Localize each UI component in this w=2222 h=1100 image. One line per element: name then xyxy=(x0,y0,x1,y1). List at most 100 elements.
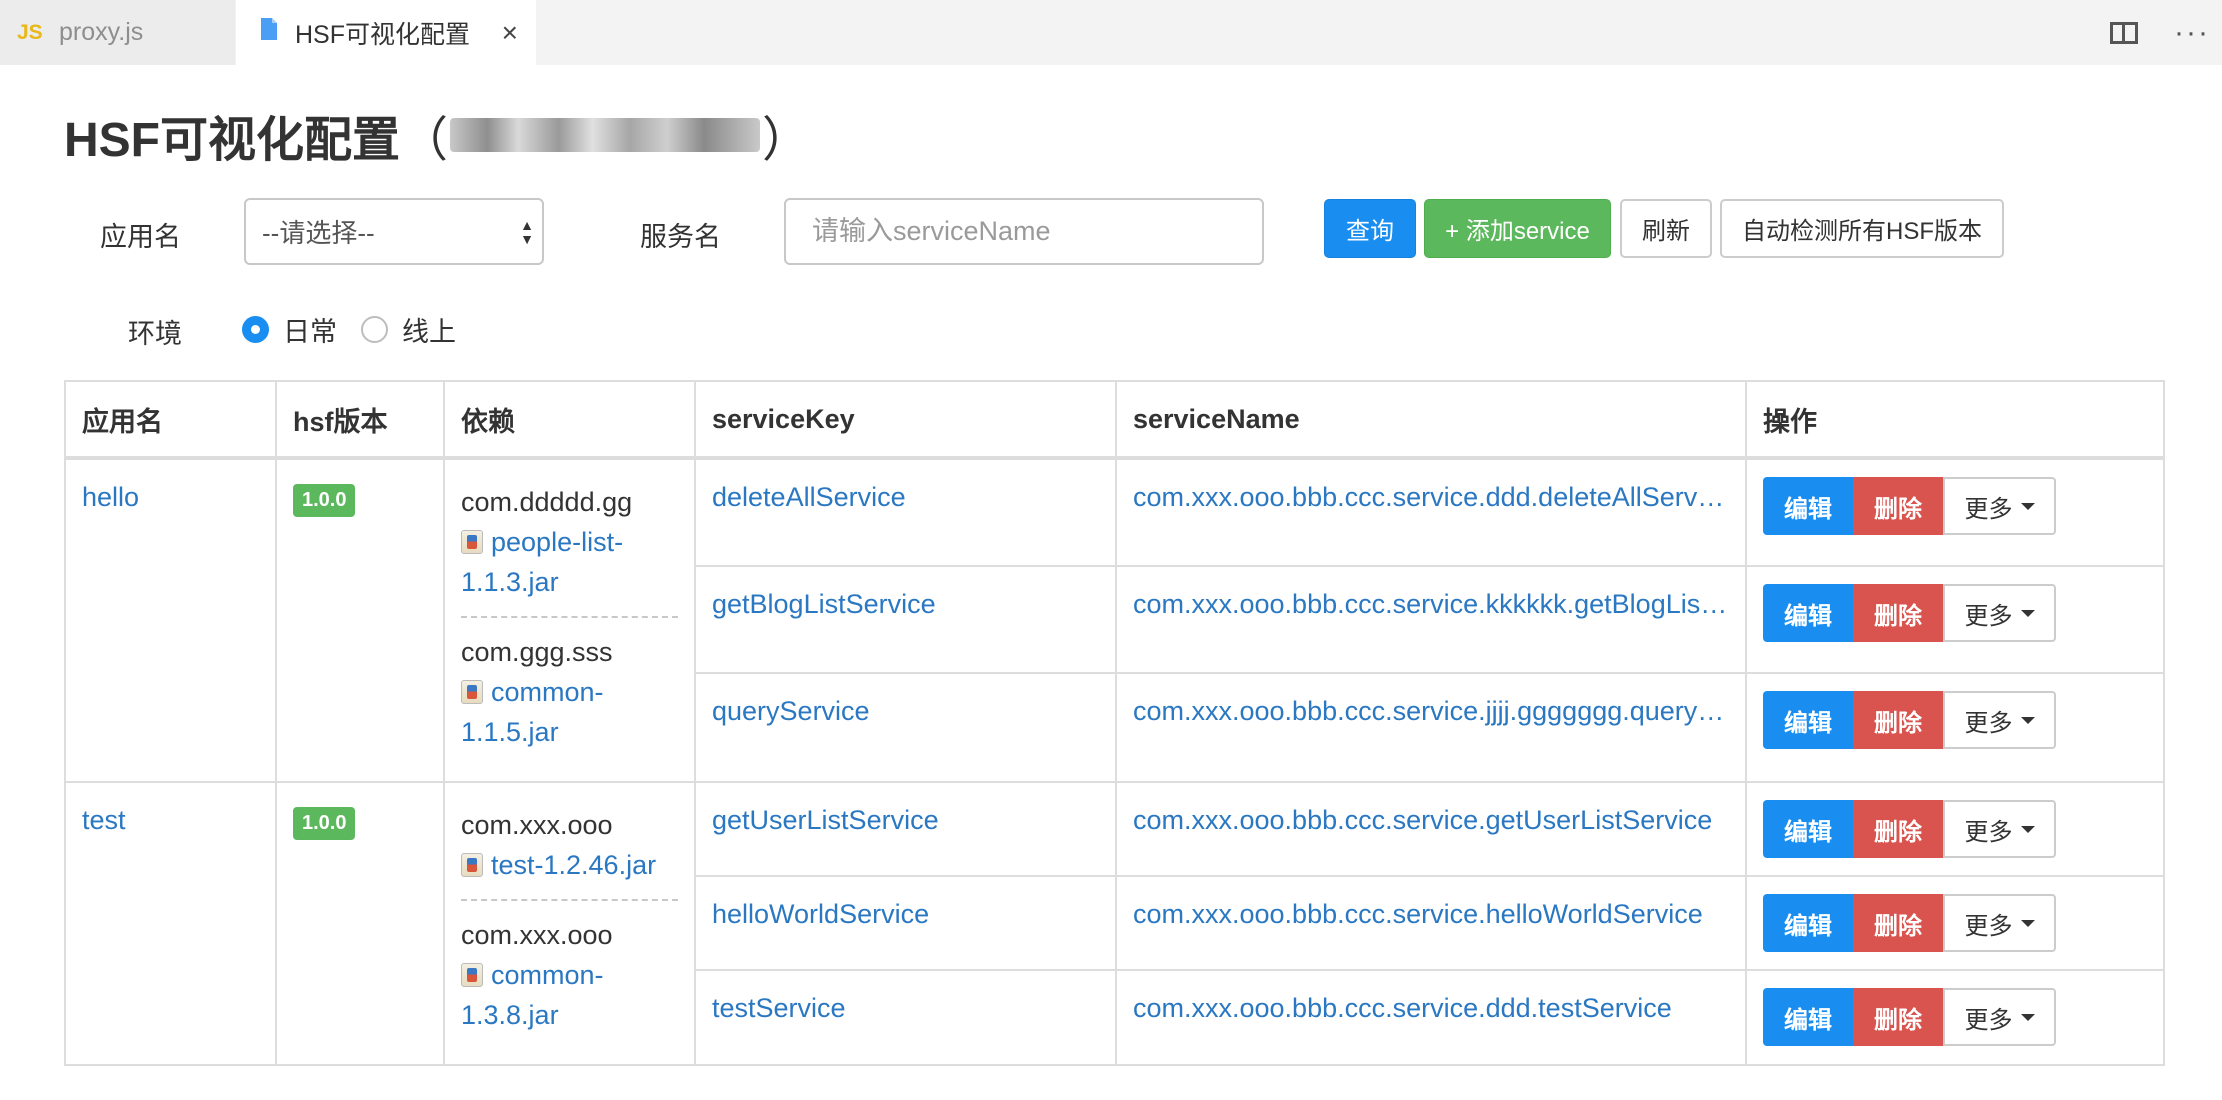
js-file-icon: JS xyxy=(17,20,43,44)
more-dropdown-button[interactable]: 更多 xyxy=(1943,988,2056,1046)
dep-item: com.ggg.sss common-1.1.5.jar xyxy=(461,616,678,766)
service-key-link[interactable]: deleteAllService xyxy=(712,482,906,513)
table-header-row: 应用名 hsf版本 依赖 serviceKey serviceName 操作 xyxy=(64,380,2165,460)
more-label: 更多 xyxy=(1964,1006,2013,1034)
col-header-deps: 依赖 xyxy=(443,380,696,460)
more-dropdown-button[interactable]: 更多 xyxy=(1943,477,2056,535)
tab-proxy-js[interactable]: JS proxy.js xyxy=(0,0,235,65)
caret-down-icon xyxy=(2020,609,2035,617)
env-option-daily[interactable]: 日常 xyxy=(242,310,337,349)
version-badge: 1.0.0 xyxy=(293,484,356,517)
dep-item: com.ddddd.gg people-list-1.1.3.jar xyxy=(461,482,678,616)
edit-button[interactable]: 编辑 xyxy=(1763,800,1853,858)
service-key-row: getUserListService xyxy=(696,783,1115,877)
more-dropdown-button[interactable]: 更多 xyxy=(1943,584,2056,642)
service-key-link[interactable]: getBlogListService xyxy=(712,589,936,620)
service-name-link[interactable]: com.xxx.ooo.bbb.ccc.service.jjjj.ggggggg… xyxy=(1133,696,1729,727)
edit-button[interactable]: 编辑 xyxy=(1763,691,1853,749)
dep-package: com.xxx.ooo xyxy=(461,920,613,950)
service-key-row: getBlogListService xyxy=(696,567,1115,674)
dep-jar-link[interactable]: common-1.1.5.jar xyxy=(461,672,678,752)
detect-hsf-version-button[interactable]: 自动检测所有HSF版本 xyxy=(1720,199,2004,258)
radio-checked-icon[interactable] xyxy=(242,316,269,343)
env-option-online[interactable]: 线上 xyxy=(361,310,456,349)
title-open-paren: （ xyxy=(400,114,449,167)
dep-jar-link[interactable]: test-1.2.46.jar xyxy=(461,845,678,885)
add-service-button[interactable]: + 添加service xyxy=(1424,199,1611,258)
services-table: 应用名 hsf版本 依赖 serviceKey serviceName 操作 h… xyxy=(64,380,2165,1066)
refresh-button[interactable]: 刷新 xyxy=(1620,199,1712,258)
service-key-link[interactable]: helloWorldService xyxy=(712,899,929,930)
dep-item: com.xxx.ooo test-1.2.46.jar xyxy=(461,805,678,899)
delete-button[interactable]: 删除 xyxy=(1853,584,1943,642)
col-header-app: 应用名 xyxy=(64,380,277,460)
tab-label: proxy.js xyxy=(59,18,144,46)
delete-button[interactable]: 删除 xyxy=(1853,477,1943,535)
dep-jar-label: people-list-1.1.3.jar xyxy=(461,527,624,597)
col-header-actions: 操作 xyxy=(1745,380,2165,460)
service-key-link[interactable]: queryService xyxy=(712,696,870,727)
service-name-row: com.xxx.ooo.bbb.ccc.service.helloWorldSe… xyxy=(1117,877,1745,971)
service-name-row: com.xxx.ooo.bbb.ccc.service.kkkkkk.getBl… xyxy=(1117,567,1745,674)
service-name-link[interactable]: com.xxx.ooo.bbb.ccc.service.ddd.testServ… xyxy=(1133,993,1672,1024)
redacted-app-name xyxy=(450,118,761,152)
delete-button[interactable]: 删除 xyxy=(1853,894,1943,952)
env-radio-group: 日常 线上 xyxy=(242,310,480,349)
env-option-label: 日常 xyxy=(283,317,337,347)
caret-down-icon xyxy=(2020,825,2035,833)
jar-icon xyxy=(461,530,483,554)
delete-button[interactable]: 删除 xyxy=(1853,988,1943,1046)
more-dropdown-button[interactable]: 更多 xyxy=(1943,894,2056,952)
more-dropdown-button[interactable]: 更多 xyxy=(1943,800,2056,858)
radio-unchecked-icon[interactable] xyxy=(361,316,388,343)
edit-button[interactable]: 编辑 xyxy=(1763,584,1853,642)
table-row: hello 1.0.0 com.ddddd.gg people-list-1.1… xyxy=(64,457,2165,783)
service-name-link[interactable]: com.xxx.ooo.bbb.ccc.service.getUserListS… xyxy=(1133,805,1712,836)
col-header-service-name: serviceName xyxy=(1115,380,1747,460)
app-link[interactable]: test xyxy=(82,805,126,835)
page-title-text: HSF可视化配置 xyxy=(64,114,401,167)
more-dropdown-button[interactable]: 更多 xyxy=(1943,691,2056,749)
edit-button[interactable]: 编辑 xyxy=(1763,894,1853,952)
split-editor-icon[interactable] xyxy=(2110,21,2139,44)
service-name-link[interactable]: com.xxx.ooo.bbb.ccc.service.kkkkkk.getBl… xyxy=(1133,589,1729,620)
more-label: 更多 xyxy=(1964,912,2013,940)
tab-label: HSF可视化配置 xyxy=(295,20,471,49)
delete-button[interactable]: 删除 xyxy=(1853,691,1943,749)
page-title: HSF可视化配置 （ ） xyxy=(64,100,810,170)
service-key-link[interactable]: testService xyxy=(712,993,846,1024)
app-select[interactable]: --请选择-- ▲ ▼ xyxy=(244,198,544,265)
app-link[interactable]: hello xyxy=(82,482,139,512)
services-table-wrapper: 应用名 hsf版本 依赖 serviceKey serviceName 操作 h… xyxy=(64,380,2165,1066)
service-key-cell: deleteAllService getBlogListService quer… xyxy=(694,457,1117,783)
jar-icon xyxy=(461,963,483,987)
dep-jar-link[interactable]: common-1.3.8.jar xyxy=(461,955,678,1035)
table-row: test 1.0.0 com.xxx.ooo test-1.2.46.jar c… xyxy=(64,781,2165,1066)
actions-row: 编辑 删除 更多 xyxy=(1747,877,2163,971)
service-key-row: testService xyxy=(696,971,1115,1064)
service-name-cell: com.xxx.ooo.bbb.ccc.service.getUserListS… xyxy=(1115,781,1747,1066)
service-name-link[interactable]: com.xxx.ooo.bbb.ccc.service.helloWorldSe… xyxy=(1133,899,1703,930)
actions-row: 编辑 删除 更多 xyxy=(1747,674,2163,780)
service-name-row: com.xxx.ooo.bbb.ccc.service.jjjj.ggggggg… xyxy=(1117,674,1745,780)
edit-button[interactable]: 编辑 xyxy=(1763,988,1853,1046)
service-name-label: 服务名 xyxy=(640,222,721,252)
service-key-row: deleteAllService xyxy=(696,460,1115,567)
service-key-link[interactable]: getUserListService xyxy=(712,805,939,836)
dep-jar-link[interactable]: people-list-1.1.3.jar xyxy=(461,522,678,602)
jar-icon xyxy=(461,680,483,704)
edit-button[interactable]: 编辑 xyxy=(1763,477,1853,535)
more-label: 更多 xyxy=(1964,602,2013,630)
tab-hsf-config[interactable]: HSF可视化配置 × xyxy=(236,0,536,65)
service-name-link[interactable]: com.xxx.ooo.bbb.ccc.service.ddd.deleteAl… xyxy=(1133,482,1729,513)
more-actions-icon[interactable]: ··· xyxy=(2174,17,2210,48)
caret-down-icon xyxy=(2020,919,2035,927)
query-button[interactable]: 查询 xyxy=(1324,199,1416,258)
close-icon[interactable]: × xyxy=(502,17,518,49)
delete-button[interactable]: 删除 xyxy=(1853,800,1943,858)
actions-row: 编辑 删除 更多 xyxy=(1747,460,2163,567)
dep-item: com.xxx.ooo common-1.3.8.jar xyxy=(461,899,678,1049)
app-cell: hello xyxy=(64,457,277,783)
caret-down-icon xyxy=(2020,502,2035,510)
service-name-input[interactable] xyxy=(784,198,1264,265)
